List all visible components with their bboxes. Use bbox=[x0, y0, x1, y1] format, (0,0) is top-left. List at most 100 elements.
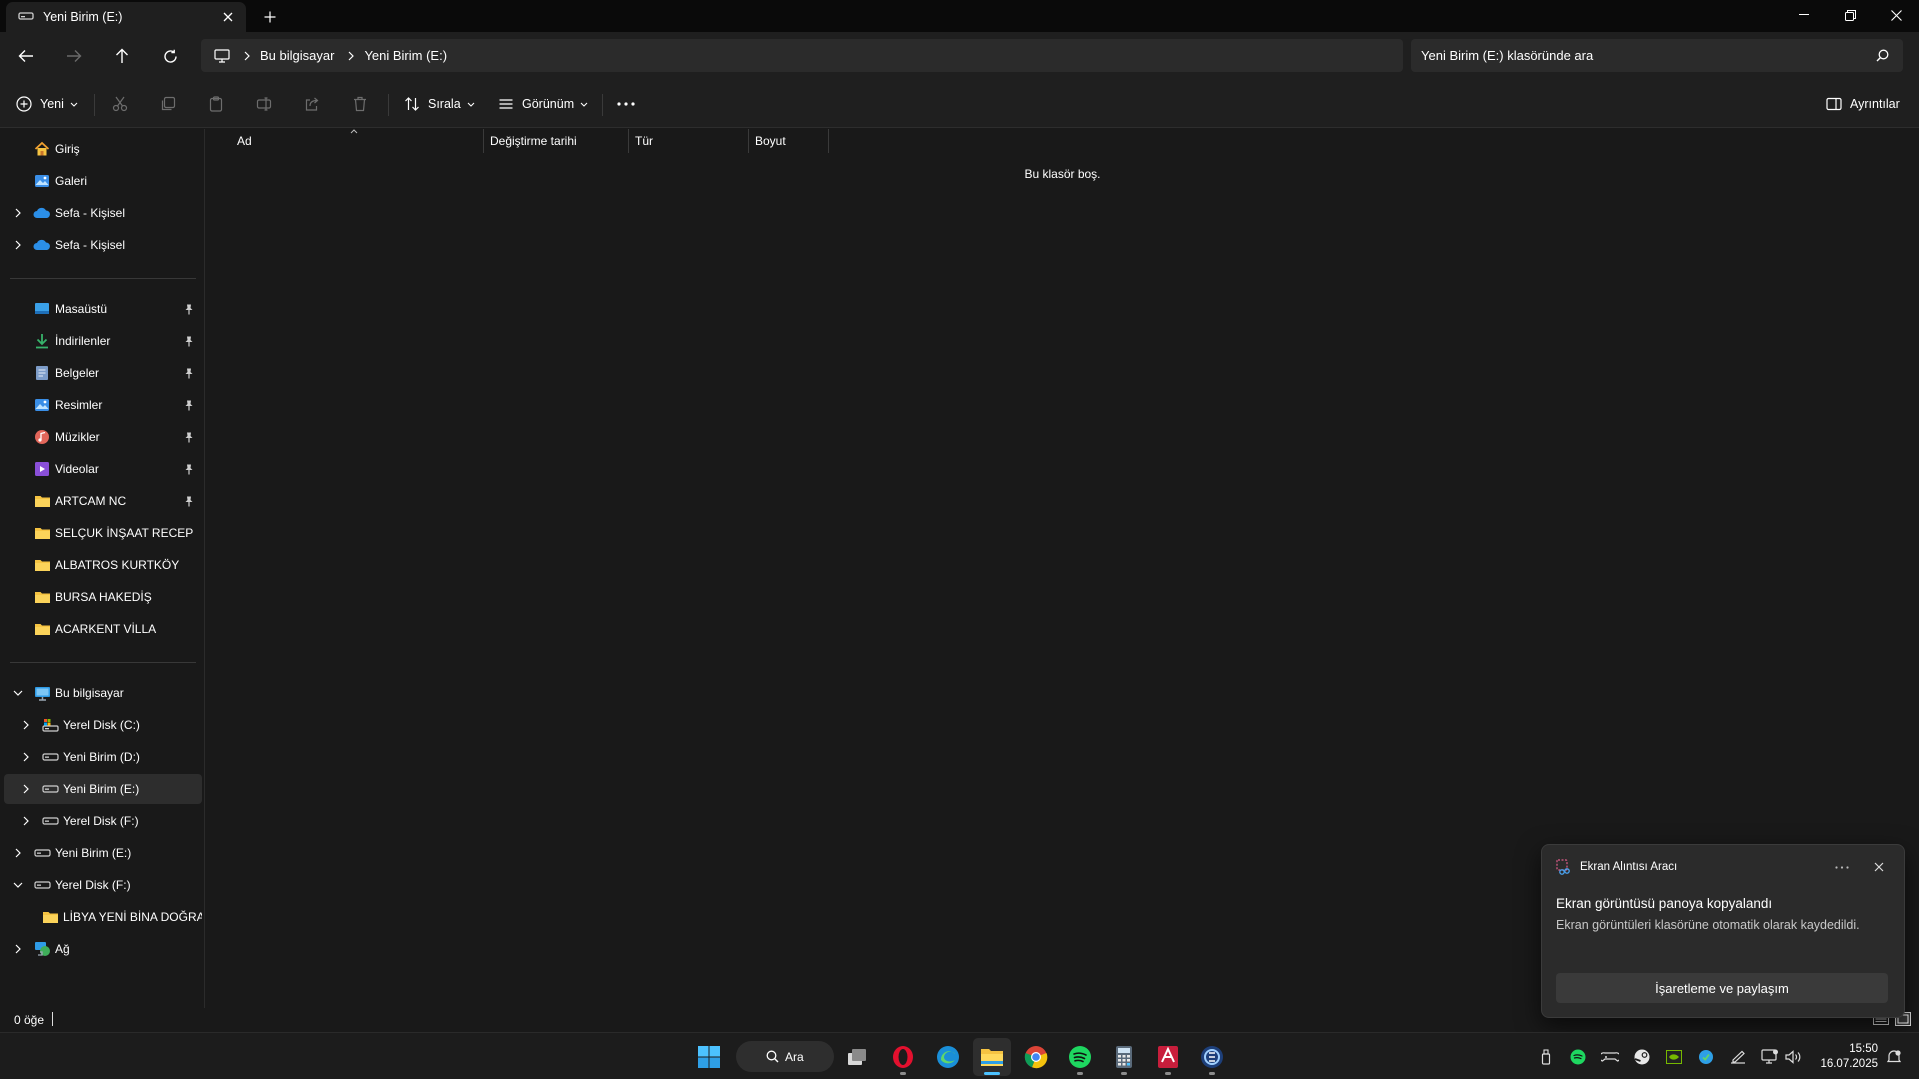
sort-button[interactable]: Sırala bbox=[404, 88, 475, 120]
column-header-name[interactable]: Ad bbox=[231, 129, 484, 153]
spotify-tray-icon[interactable] bbox=[1568, 1047, 1588, 1067]
chevron-right-icon[interactable] bbox=[18, 717, 34, 733]
forward-button[interactable] bbox=[56, 40, 92, 72]
taskbar-search[interactable]: Ara bbox=[736, 1041, 834, 1072]
volume-icon[interactable] bbox=[1784, 1047, 1804, 1067]
sidebar-item-drive-f[interactable]: Yerel Disk (F:) bbox=[4, 806, 202, 836]
sidebar-item-root-drive-f[interactable]: Yerel Disk (F:) bbox=[4, 870, 202, 900]
chevron-right-icon[interactable] bbox=[10, 205, 26, 221]
autocad-app[interactable] bbox=[1149, 1038, 1187, 1076]
steam-icon[interactable] bbox=[1632, 1047, 1652, 1067]
pin-icon[interactable] bbox=[182, 398, 196, 412]
new-button[interactable]: Yeni bbox=[16, 88, 78, 120]
folder-icon bbox=[41, 908, 59, 926]
spotify-app[interactable] bbox=[1061, 1038, 1099, 1076]
breadcrumb-current[interactable]: Yeni Birim (E:) bbox=[364, 48, 447, 63]
nvidia-icon[interactable] bbox=[1664, 1047, 1684, 1067]
chevron-down-icon[interactable] bbox=[10, 685, 26, 701]
sidebar-item-onedrive-2[interactable]: Sefa - Kişisel bbox=[4, 230, 202, 260]
tab-yeni-birim-e[interactable]: Yeni Birim (E:) bbox=[6, 2, 246, 32]
column-header-type[interactable]: Tür bbox=[629, 129, 749, 153]
details-button[interactable]: Ayrıntılar bbox=[1826, 88, 1900, 120]
pen-tablet-icon[interactable] bbox=[1728, 1047, 1748, 1067]
sidebar-item-downloads[interactable]: İndirilenler bbox=[4, 326, 202, 356]
system-clock[interactable]: 15:50 16.07.2025 bbox=[1812, 1042, 1878, 1072]
tab-close-icon[interactable] bbox=[214, 3, 242, 31]
sidebar-item-albatros[interactable]: ALBATROS KURTKÖY bbox=[4, 550, 202, 580]
share-button[interactable] bbox=[304, 88, 320, 120]
usb-icon[interactable] bbox=[1536, 1047, 1556, 1067]
sidebar-item-bursa-hakedis[interactable]: BURSA HAKEDİŞ bbox=[4, 582, 202, 612]
arrow-left-icon bbox=[18, 50, 33, 62]
task-view-button[interactable] bbox=[838, 1038, 876, 1076]
sidebar-item-drive-e-selected[interactable]: Yeni Birim (E:) bbox=[4, 774, 202, 804]
calculator-app[interactable] bbox=[1105, 1038, 1143, 1076]
chevron-down-icon[interactable] bbox=[10, 877, 26, 893]
sidebar-item-drive-c[interactable]: Yerel Disk (C:) bbox=[4, 710, 202, 740]
pin-icon[interactable] bbox=[182, 302, 196, 316]
markup-and-share-button[interactable]: İşaretleme ve paylaşım bbox=[1556, 973, 1888, 1003]
pin-icon[interactable] bbox=[182, 334, 196, 348]
more-options-button[interactable] bbox=[617, 88, 635, 120]
edge-app[interactable] bbox=[929, 1038, 967, 1076]
divider bbox=[602, 94, 603, 116]
chevron-right-icon[interactable] bbox=[18, 749, 34, 765]
sidebar-item-pictures[interactable]: Resimler bbox=[4, 390, 202, 420]
security-icon[interactable] bbox=[1696, 1047, 1716, 1067]
chevron-right-icon[interactable] bbox=[10, 941, 26, 957]
network-tray-icon[interactable] bbox=[1760, 1047, 1780, 1067]
notification-close-icon[interactable] bbox=[1868, 856, 1890, 878]
search-icon[interactable] bbox=[1876, 49, 1889, 62]
refresh-button[interactable] bbox=[152, 40, 188, 72]
sidebar-item-home[interactable]: Giriş bbox=[4, 134, 202, 164]
sidebar-item-drive-d[interactable]: Yeni Birim (D:) bbox=[4, 742, 202, 772]
chevron-right-icon[interactable] bbox=[18, 813, 34, 829]
paste-button[interactable] bbox=[208, 88, 224, 120]
sidebar-item-onedrive-1[interactable]: Sefa - Kişisel bbox=[4, 198, 202, 228]
chrome-app[interactable] bbox=[1017, 1038, 1055, 1076]
restore-button[interactable] bbox=[1827, 0, 1873, 30]
sidebar-item-selcuk-insaat[interactable]: SELÇUK İNŞAAT RECEP bbox=[4, 518, 202, 548]
sidebar-item-desktop[interactable]: Masaüstü bbox=[4, 294, 202, 324]
pin-icon[interactable] bbox=[182, 494, 196, 508]
up-button[interactable] bbox=[104, 40, 140, 72]
sidebar-item-documents[interactable]: Belgeler bbox=[4, 358, 202, 388]
address-bar[interactable]: Bu bilgisayar Yeni Birim (E:) bbox=[201, 39, 1403, 72]
minimize-button[interactable] bbox=[1781, 0, 1827, 30]
opera-app[interactable] bbox=[884, 1038, 922, 1076]
rename-button[interactable] bbox=[256, 88, 272, 120]
sidebar-item-root-drive-e[interactable]: Yeni Birim (E:) bbox=[4, 838, 202, 868]
gamepad-icon[interactable] bbox=[1600, 1047, 1620, 1067]
sidebar-item-artcam-nc[interactable]: ARTCAM NC bbox=[4, 486, 202, 516]
notification-more-icon[interactable] bbox=[1831, 857, 1853, 877]
sidebar-item-libya-folder[interactable]: LİBYA YENİ BİNA DOĞRAM bbox=[4, 902, 202, 932]
column-header-date[interactable]: Değiştirme tarihi bbox=[484, 129, 629, 153]
start-button[interactable] bbox=[690, 1038, 728, 1076]
chevron-right-icon[interactable] bbox=[10, 237, 26, 253]
sidebar-item-acarkent-villa[interactable]: ACARKENT VİLLA bbox=[4, 614, 202, 644]
close-window-button[interactable] bbox=[1873, 0, 1919, 30]
chevron-right-icon[interactable] bbox=[18, 781, 34, 797]
chevron-right-icon[interactable] bbox=[10, 845, 26, 861]
view-button[interactable]: Görünüm bbox=[498, 88, 588, 120]
sidebar-item-gallery[interactable]: Galeri bbox=[4, 166, 202, 196]
cut-button[interactable] bbox=[112, 88, 128, 120]
sidebar-item-music[interactable]: Müzikler bbox=[4, 422, 202, 452]
breadcrumb-this-pc[interactable]: Bu bilgisayar bbox=[260, 48, 334, 63]
pin-icon[interactable] bbox=[182, 430, 196, 444]
snipping-tool-notification[interactable]: Ekran Alıntısı Aracı Ekran görüntüsü pan… bbox=[1541, 844, 1905, 1018]
artcam-app[interactable] bbox=[1193, 1038, 1231, 1076]
column-header-size[interactable]: Boyut bbox=[749, 129, 829, 153]
delete-button[interactable] bbox=[352, 88, 368, 120]
copy-button[interactable] bbox=[160, 88, 176, 120]
sidebar-item-videos[interactable]: Videolar bbox=[4, 454, 202, 484]
pin-icon[interactable] bbox=[182, 366, 196, 380]
notification-bell-icon[interactable] bbox=[1884, 1047, 1904, 1067]
sidebar-item-network[interactable]: Ağ bbox=[4, 934, 202, 964]
search-input[interactable]: Yeni Birim (E:) klasöründe ara bbox=[1411, 39, 1903, 72]
pin-icon[interactable] bbox=[182, 462, 196, 476]
file-explorer-app[interactable] bbox=[973, 1038, 1011, 1076]
sidebar-item-this-pc[interactable]: Bu bilgisayar bbox=[4, 678, 202, 708]
back-button[interactable] bbox=[8, 40, 44, 72]
new-tab-button[interactable] bbox=[256, 4, 284, 30]
